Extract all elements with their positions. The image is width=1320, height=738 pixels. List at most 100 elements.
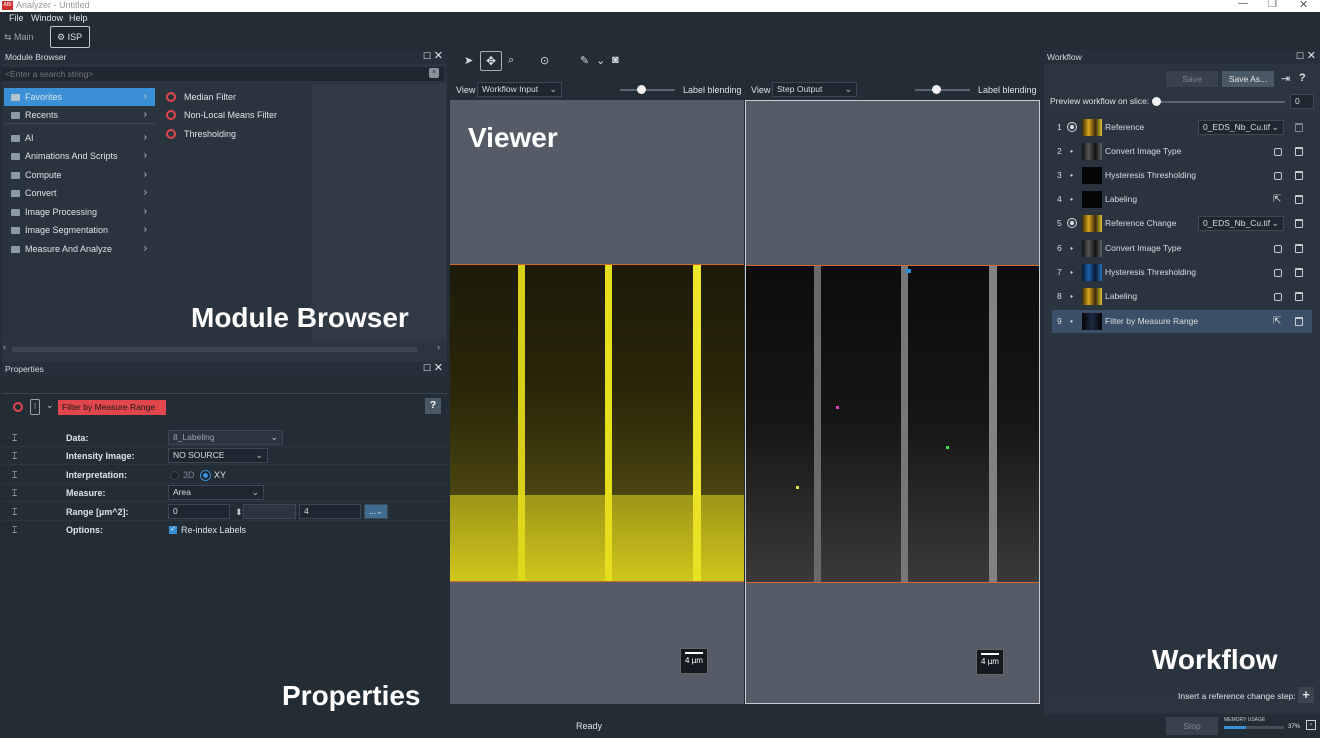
step-checkbox[interactable] [1274, 269, 1282, 277]
range-more-button[interactable]: ... ⌄ [364, 504, 388, 519]
menu-help[interactable]: Help [69, 13, 88, 23]
workflow-help-button[interactable]: ? [1299, 72, 1306, 84]
export-step-icon[interactable]: ⇱ [1273, 310, 1281, 333]
perspective-isp[interactable]: ⚙ ISP [50, 26, 90, 48]
category-recents[interactable]: Recents › [4, 106, 155, 124]
workflow-step-selected[interactable]: 9 • Filter by Measure Range ⇱ [1052, 310, 1312, 333]
trash-icon[interactable] [1295, 244, 1303, 253]
pan-tool-button[interactable]: ✥ [480, 51, 502, 71]
workflow-step[interactable]: 4 • Labeling ⇱ [1052, 188, 1312, 211]
trash-icon[interactable] [1295, 123, 1303, 132]
step-checkbox[interactable] [1274, 172, 1282, 180]
radio-3d[interactable] [170, 471, 179, 480]
save-as-button[interactable]: Save As... [1222, 71, 1274, 87]
trash-icon[interactable] [1295, 147, 1303, 156]
trash-icon[interactable] [1295, 268, 1303, 277]
horizontal-scrollbar[interactable] [12, 347, 418, 352]
step-checkbox[interactable] [1274, 293, 1282, 301]
workflow-step[interactable]: 7 • Hysteresis Thresholding [1052, 261, 1312, 284]
range-max-input[interactable]: 4 [299, 504, 361, 519]
collapse-icon[interactable]: ⌄ [46, 400, 54, 411]
module-median-filter[interactable]: Median Filter [158, 88, 308, 106]
export-icon[interactable]: ⇥ [1281, 72, 1290, 85]
data-select[interactable]: 8_Labeling ⌄ [168, 430, 283, 445]
category-animations[interactable]: Animations And Scripts › [4, 147, 155, 165]
blend-slider-track[interactable] [915, 89, 970, 91]
scroll-right-icon[interactable]: › [437, 342, 440, 352]
category-compute[interactable]: Compute › [4, 166, 155, 184]
close-panel-icon[interactable]: ✕ [434, 50, 443, 63]
reference-file-select[interactable]: 0_EDS_Nb_Cu.tif ⌄ [1198, 120, 1284, 135]
float-panel-icon[interactable]: ☐ [1296, 50, 1304, 63]
pin-icon[interactable]: ⌶ [12, 466, 17, 484]
stop-button[interactable]: Stop [1166, 717, 1218, 735]
reference-radio-icon[interactable] [1067, 122, 1077, 132]
category-measure[interactable]: Measure And Analyze › [4, 240, 155, 258]
measure-select[interactable]: Area ⌄ [168, 485, 264, 500]
range-slider-track[interactable] [243, 504, 296, 519]
export-step-icon[interactable]: ⇱ [1273, 188, 1281, 211]
search-clear-icon[interactable]: × [429, 68, 439, 78]
view-select-right[interactable]: Step Output ⌄ [772, 82, 857, 97]
reindex-checkbox[interactable]: ✓ [169, 526, 177, 534]
viewer-left[interactable]: View Workflow Input ⌄ Label blending 4 µm [450, 80, 744, 724]
zoom-icon[interactable]: ⌕ [508, 54, 514, 67]
close-window-icon[interactable]: ✕ [1299, 0, 1308, 11]
pin-icon[interactable]: ⌶ [12, 484, 17, 502]
category-ai[interactable]: AI › [4, 129, 155, 147]
module-nonlocal-means[interactable]: Non-Local Means Filter [158, 106, 308, 124]
terminal-icon[interactable]: › [1306, 720, 1316, 730]
step-checkbox[interactable] [1274, 245, 1282, 253]
range-min-input[interactable]: 0 [168, 504, 230, 519]
pin-icon[interactable]: ⌶ [12, 429, 17, 447]
category-convert[interactable]: Convert › [4, 184, 155, 202]
menu-file[interactable]: File [9, 13, 24, 23]
trash-icon[interactable] [1295, 195, 1303, 204]
trash-icon[interactable] [1295, 317, 1303, 326]
module-info-icon[interactable]: ⁝ [30, 399, 40, 415]
camera-icon[interactable]: ◙ [612, 54, 619, 66]
perspective-main[interactable]: ⇆ Main [4, 29, 34, 45]
pin-icon[interactable]: ⌶ [12, 521, 17, 539]
viewer-right-canvas[interactable]: 4 µm [745, 100, 1040, 704]
pointer-icon[interactable]: ➤ [464, 54, 473, 67]
preview-slice-input[interactable]: 0 [1290, 94, 1314, 109]
radio-xy[interactable] [201, 471, 210, 480]
blend-slider-knob[interactable] [932, 85, 941, 94]
workflow-step[interactable]: 5 Reference Change 0_EDS_Nb_Cu.tif ⌄ [1052, 212, 1312, 235]
module-search-input[interactable] [2, 67, 422, 81]
preview-slider-knob[interactable] [1152, 97, 1161, 106]
insert-reference-button[interactable]: + [1298, 687, 1314, 703]
reference-file-select[interactable]: 0_EDS_Nb_Cu.tif ⌄ [1198, 216, 1284, 231]
float-panel-icon[interactable]: ☐ [423, 362, 431, 375]
workflow-step[interactable]: 6 • Convert Image Type [1052, 237, 1312, 260]
trash-icon[interactable] [1295, 292, 1303, 301]
workflow-step[interactable]: 3 • Hysteresis Thresholding [1052, 164, 1312, 187]
close-panel-icon[interactable]: ✕ [434, 362, 443, 375]
range-slider-handle[interactable]: ⬍ [235, 503, 243, 521]
close-panel-icon[interactable]: ✕ [1307, 50, 1316, 63]
scroll-left-icon[interactable]: ‹ [3, 342, 6, 352]
pin-icon[interactable]: ⌶ [12, 503, 17, 521]
trash-icon[interactable] [1295, 171, 1303, 180]
step-checkbox[interactable] [1274, 148, 1282, 156]
restore-icon[interactable]: ❐ [1268, 0, 1277, 10]
intensity-image-select[interactable]: NO SOURCE ⌄ [168, 448, 268, 463]
trash-icon[interactable] [1295, 219, 1303, 228]
blend-slider-track[interactable] [620, 89, 675, 91]
rotate-icon[interactable]: ⊙ [540, 54, 549, 67]
category-image-processing[interactable]: Image Processing › [4, 203, 155, 221]
pin-icon[interactable]: ⌶ [12, 447, 17, 465]
picker-icon[interactable]: ✎ [580, 54, 589, 67]
menu-window[interactable]: Window [31, 13, 63, 23]
help-button[interactable]: ? [425, 398, 441, 414]
view-select-left[interactable]: Workflow Input ⌄ [477, 82, 562, 97]
workflow-step[interactable]: 1 Reference 0_EDS_Nb_Cu.tif ⌄ [1052, 116, 1312, 139]
reference-radio-icon[interactable] [1067, 218, 1077, 228]
save-button[interactable]: Save [1166, 71, 1218, 87]
workflow-step[interactable]: 8 • Labeling [1052, 285, 1312, 308]
workflow-step[interactable]: 2 • Convert Image Type [1052, 140, 1312, 163]
category-image-segmentation[interactable]: Image Segmentation › [4, 221, 155, 239]
viewer-left-canvas[interactable]: 4 µm [450, 100, 744, 704]
category-favorites[interactable]: Favorites › [4, 88, 155, 106]
